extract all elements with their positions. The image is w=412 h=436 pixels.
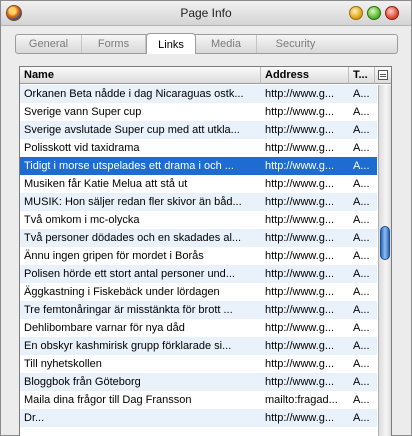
- link-name-cell: Bloggbok från Göteborg: [24, 376, 141, 388]
- link-address-cell: http://www.g...: [265, 268, 335, 280]
- link-type-cell: A...: [353, 304, 370, 316]
- link-name-cell: Sverige avslutade Super cup med att utkl…: [24, 124, 240, 136]
- link-type-cell: A...: [353, 214, 370, 226]
- link-type-cell: A...: [353, 322, 370, 334]
- link-type-cell: A...: [353, 232, 370, 244]
- link-type-cell: A...: [353, 250, 370, 262]
- table-header: Name Address T...: [20, 67, 391, 84]
- table-row[interactable]: Bloggbok från Göteborg http://www.g... A..…: [20, 373, 377, 391]
- link-address-cell: http://www.g...: [265, 142, 335, 154]
- table-row[interactable]: Dehlibombare varnar för nya dåd http://ww…: [20, 319, 377, 337]
- link-address-cell: http://www.g...: [265, 340, 335, 352]
- column-header-name[interactable]: Name: [20, 67, 261, 84]
- link-address-cell: http://www.g...: [265, 160, 335, 172]
- tab-general[interactable]: General: [16, 35, 82, 53]
- link-address-cell: http://www.g...: [265, 106, 335, 118]
- links-table: Name Address T... Orkanen Beta nådde i d…: [19, 66, 392, 436]
- link-type-cell: A...: [353, 178, 370, 190]
- link-address-cell: http://www.g...: [265, 286, 335, 298]
- minimize-button[interactable]: [349, 6, 363, 20]
- table-row[interactable]: Maila dina frågor till Dag Fransson mailt…: [20, 391, 377, 409]
- table-row[interactable]: Två personer dödades och en skadades al.…: [20, 229, 377, 247]
- link-name-cell: Till nyhetskollen: [24, 358, 102, 370]
- link-name-cell: En obskyr kashmirisk grupp förklarade si…: [24, 340, 232, 352]
- link-type-cell: A...: [353, 286, 370, 298]
- link-name-cell: Polisskott vid taxidrama: [24, 142, 140, 154]
- link-address-cell: http://www.g...: [265, 214, 335, 226]
- link-type-cell: A...: [353, 88, 370, 100]
- link-name-cell: Musiken får Katie Melua att stå ut: [24, 178, 188, 190]
- link-name-cell: Två personer dödades och en skadades al.…: [24, 232, 242, 244]
- table-row[interactable]: Äggkastning i Fiskebäck under lördagen ht…: [20, 283, 377, 301]
- table-row[interactable]: Polisen hörde ett stort antal personer u…: [20, 265, 377, 283]
- link-address-cell: http://www.g...: [265, 250, 335, 262]
- table-row[interactable]: Tre femtonåringar är misstänkta för brot…: [20, 301, 377, 319]
- link-address-cell: http://www.g...: [265, 322, 335, 334]
- column-header-address[interactable]: Address: [261, 67, 349, 84]
- link-type-cell: A...: [353, 376, 370, 388]
- table-row[interactable]: Musiken får Katie Melua att stå ut http:/…: [20, 175, 377, 193]
- table-row[interactable]: Sverige avslutade Super cup med att utkl…: [20, 121, 377, 139]
- link-type-cell: A...: [353, 142, 370, 154]
- tab-security[interactable]: Security: [257, 35, 334, 53]
- link-name-cell: Tidigt i morse utspelades ett drama i oc…: [24, 160, 234, 172]
- link-address-cell: http://www.g...: [265, 88, 335, 100]
- link-type-cell: A...: [353, 268, 370, 280]
- link-type-cell: A...: [353, 124, 370, 136]
- link-type-cell: A...: [353, 358, 370, 370]
- table-row[interactable]: Polisskott vid taxidrama http://www.g... A…: [20, 139, 377, 157]
- tab-links[interactable]: Links: [146, 33, 196, 54]
- link-address-cell: http://www.g...: [265, 358, 335, 370]
- tab-bar: General Forms Links Media Security: [15, 33, 398, 54]
- link-type-cell: A...: [353, 106, 370, 118]
- table-row[interactable]: Ännu ingen gripen för mordet i Borås http…: [20, 247, 377, 265]
- link-address-cell: http://www.g...: [265, 412, 335, 424]
- link-name-cell: Polisen hörde ett stort antal personer u…: [24, 268, 235, 280]
- link-name-cell: Ännu ingen gripen för mordet i Borås: [24, 250, 204, 262]
- link-name-cell: Sverige vann Super cup: [24, 106, 142, 118]
- link-address-cell: http://www.g...: [265, 196, 335, 208]
- link-name-cell: Dr...: [24, 412, 45, 424]
- link-type-cell: A...: [353, 412, 370, 424]
- table-row[interactable]: Tidigt i morse utspelades ett drama i oc…: [20, 157, 377, 175]
- table-row[interactable]: En obskyr kashmirisk grupp förklarade si…: [20, 337, 377, 355]
- link-type-cell: A...: [353, 160, 370, 172]
- title-bar[interactable]: Page Info: [1, 1, 411, 26]
- tab-media[interactable]: Media: [196, 35, 257, 53]
- link-type-cell: A...: [353, 196, 370, 208]
- vertical-scrollbar[interactable]: [378, 85, 391, 436]
- link-name-cell: Orkanen Beta nådde i dag Nicaraguas ostk…: [24, 88, 244, 100]
- link-name-cell: Maila dina frågor till Dag Fransson: [24, 394, 192, 406]
- link-name-cell: Äggkastning i Fiskebäck under lördagen: [24, 286, 220, 298]
- link-name-cell: Dehlibombare varnar för nya dåd: [24, 322, 185, 334]
- table-body: Orkanen Beta nådde i dag Nicaraguas ostk…: [20, 85, 377, 427]
- link-type-cell: A...: [353, 340, 370, 352]
- tab-forms[interactable]: Forms: [82, 35, 146, 53]
- link-type-cell: A...: [353, 394, 370, 406]
- link-address-cell: http://www.g...: [265, 232, 335, 244]
- link-name-cell: Tre femtonåringar är misstänkta för brot…: [24, 304, 233, 316]
- link-name-cell: Två omkom i mc-olycka: [24, 214, 140, 226]
- scrollbar-thumb[interactable]: [380, 226, 390, 260]
- zoom-button[interactable]: [367, 6, 381, 20]
- table-row[interactable]: Sverige vann Super cup http://www.g... A..…: [20, 103, 377, 121]
- link-address-cell: http://www.g...: [265, 178, 335, 190]
- table-row[interactable]: MUSIK: Hon säljer redan fler skivor än b…: [20, 193, 377, 211]
- link-address-cell: mailto:fragad...: [265, 394, 338, 406]
- link-address-cell: http://www.g...: [265, 124, 335, 136]
- page-info-window: Page Info General Forms Links Media Secu…: [0, 0, 412, 436]
- table-row[interactable]: Till nyhetskollen http://www.g... A...: [20, 355, 377, 373]
- link-address-cell: http://www.g...: [265, 304, 335, 316]
- link-address-cell: http://www.g...: [265, 376, 335, 388]
- table-row[interactable]: Orkanen Beta nådde i dag Nicaraguas ostk…: [20, 85, 377, 103]
- column-header-type[interactable]: T...: [349, 67, 375, 84]
- table-row[interactable]: Två omkom i mc-olycka http://www.g... A...: [20, 211, 377, 229]
- column-picker-icon[interactable]: [378, 70, 388, 80]
- close-button[interactable]: [385, 6, 399, 20]
- link-name-cell: MUSIK: Hon säljer redan fler skivor än b…: [24, 196, 242, 208]
- table-row[interactable]: Dr... http://www.g... A...: [20, 409, 377, 427]
